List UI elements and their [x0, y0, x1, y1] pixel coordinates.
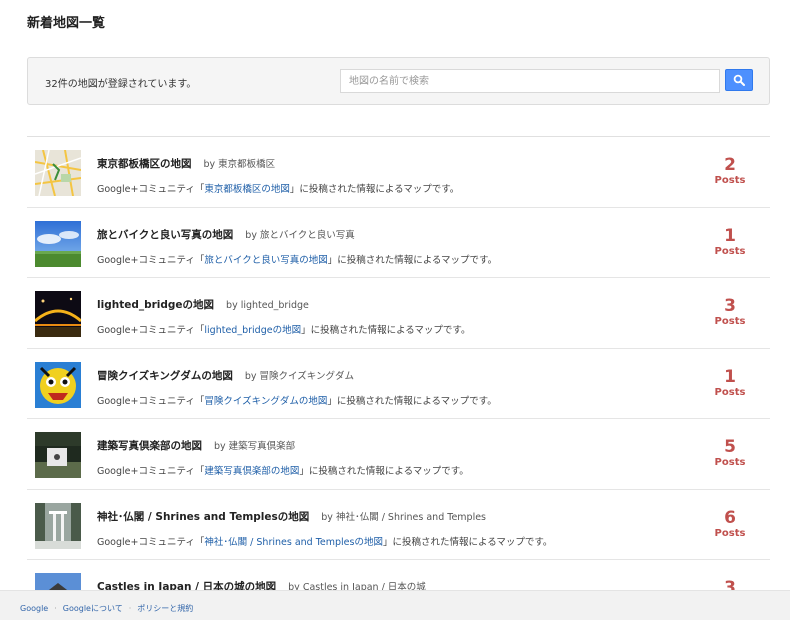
map-author: by 神社･仏閣 / Shrines and Temples — [321, 511, 487, 523]
community-link[interactable]: 東京都板橋区の地図 — [204, 184, 290, 195]
posts-label: Posts — [714, 316, 746, 327]
posts-number: 5 — [724, 437, 736, 457]
community-link[interactable]: 建築写真倶楽部の地図 — [204, 466, 299, 477]
search-icon — [733, 74, 745, 86]
map-title[interactable]: lighted_bridgeの地図 — [97, 299, 214, 311]
posts-count: 1 Posts — [710, 225, 750, 258]
search-input[interactable] — [340, 69, 720, 93]
map-title[interactable]: 旅とバイクと良い写真の地図 — [97, 229, 233, 241]
map-count-text: 32件の地図が登録されています。 — [45, 79, 197, 90]
posts-label: Posts — [714, 245, 746, 257]
map-list-item[interactable]: 東京都板橋区の地図 by 東京都板橋区 Google+コミュニティ「東京都板橋区の地… — [27, 137, 770, 208]
map-thumbnail[interactable] — [35, 361, 81, 408]
community-link[interactable]: 旅とバイクと良い写真の地図 — [204, 255, 327, 266]
map-list-item[interactable]: 冒険クイズキングダムの地図 by 冒険クイズキングダム Google+コミュニティ「… — [27, 349, 770, 419]
posts-number: 1 — [724, 366, 736, 387]
search-button[interactable] — [725, 69, 753, 91]
map-thumbnail[interactable] — [35, 150, 81, 196]
map-description: Google+コミュニティ「建築写真倶楽部の地図」に投稿された情報によるマップで… — [97, 466, 469, 477]
posts-label: Posts — [714, 527, 746, 539]
map-author: by 建築写真倶楽部 — [214, 441, 296, 452]
map-description: Google+コミュニティ「東京都板橋区の地図」に投稿された情報によるマップです… — [97, 184, 460, 195]
posts-count: 1 Posts — [710, 366, 750, 399]
map-list-item[interactable]: 神社･仏閣 / Shrines and Templesの地図 by 神社･仏閣 /… — [27, 490, 770, 560]
posts-count: 3Posts — [710, 298, 750, 328]
map-list-item[interactable]: 旅とバイクと良い写真の地図 by 旅とバイクと良い写真 Google+コミュニティ「… — [27, 208, 770, 278]
posts-label: Posts — [714, 175, 746, 186]
map-list-item[interactable]: lighted_bridgeの地図 by lighted_bridge Google… — [27, 278, 770, 349]
map-title[interactable]: 神社･仏閣 / Shrines and Templesの地図 — [97, 511, 309, 523]
map-description: Google+コミュニティ「lighted_bridgeの地図」に投稿された情報… — [97, 325, 471, 336]
posts-number: 1 — [724, 225, 736, 246]
footer-link-policy[interactable]: ポリシーと規約 — [137, 604, 193, 613]
posts-number: 2 — [724, 155, 736, 175]
map-list-item[interactable]: 建築写真倶楽部の地図 by 建築写真倶楽部 Google+コミュニティ「建築写真倶楽… — [27, 419, 770, 490]
map-author: by 旅とバイクと良い写真 — [245, 229, 355, 241]
footer: Google · Googleについて · ポリシーと規約 — [0, 590, 790, 620]
footer-link-google[interactable]: Google — [20, 604, 48, 613]
map-thumbnail[interactable] — [35, 220, 81, 267]
community-link[interactable]: 神社･仏閣 / Shrines and Templesの地図 — [204, 537, 383, 548]
map-description: Google+コミュニティ「冒険クイズキングダムの地図」に投稿された情報によるマ… — [97, 395, 497, 407]
footer-separator: · — [54, 604, 57, 613]
map-title[interactable]: 東京都板橋区の地図 — [97, 158, 192, 170]
map-title[interactable]: 建築写真倶楽部の地図 — [97, 440, 202, 452]
footer-link-about[interactable]: Googleについて — [63, 604, 123, 613]
map-author: by lighted_bridge — [226, 300, 309, 311]
posts-count: 2 Posts — [710, 157, 750, 187]
map-title[interactable]: 冒険クイズキングダムの地図 — [97, 370, 233, 382]
map-thumbnail[interactable] — [35, 291, 81, 337]
posts-label: Posts — [714, 386, 746, 398]
map-author: by 東京都板橋区 — [203, 159, 276, 170]
posts-number: 6 — [724, 507, 736, 528]
map-author: by 冒険クイズキングダム — [244, 370, 354, 382]
community-link[interactable]: 冒険クイズキングダムの地図 — [204, 396, 327, 407]
posts-label: Posts — [714, 457, 746, 468]
map-list: 東京都板橋区の地図 by 東京都板橋区 Google+コミュニティ「東京都板橋区の地… — [27, 136, 770, 620]
map-thumbnail[interactable] — [35, 502, 81, 549]
posts-number: 3 — [724, 296, 736, 316]
map-description: Google+コミュニティ「神社･仏閣 / Shrines and Temple… — [97, 536, 553, 548]
map-description: Google+コミュニティ「旅とバイクと良い写真の地図」に投稿された情報によるマ… — [97, 254, 498, 266]
page-title: 新着地図一覧 — [27, 16, 106, 31]
search-panel: 32件の地図が登録されています。 — [27, 57, 770, 105]
posts-count: 6 Posts — [710, 507, 750, 540]
map-thumbnail[interactable] — [35, 432, 81, 478]
community-link[interactable]: lighted_bridgeの地図 — [204, 325, 301, 336]
posts-count: 5 Posts — [710, 439, 750, 469]
footer-separator: · — [128, 604, 132, 613]
